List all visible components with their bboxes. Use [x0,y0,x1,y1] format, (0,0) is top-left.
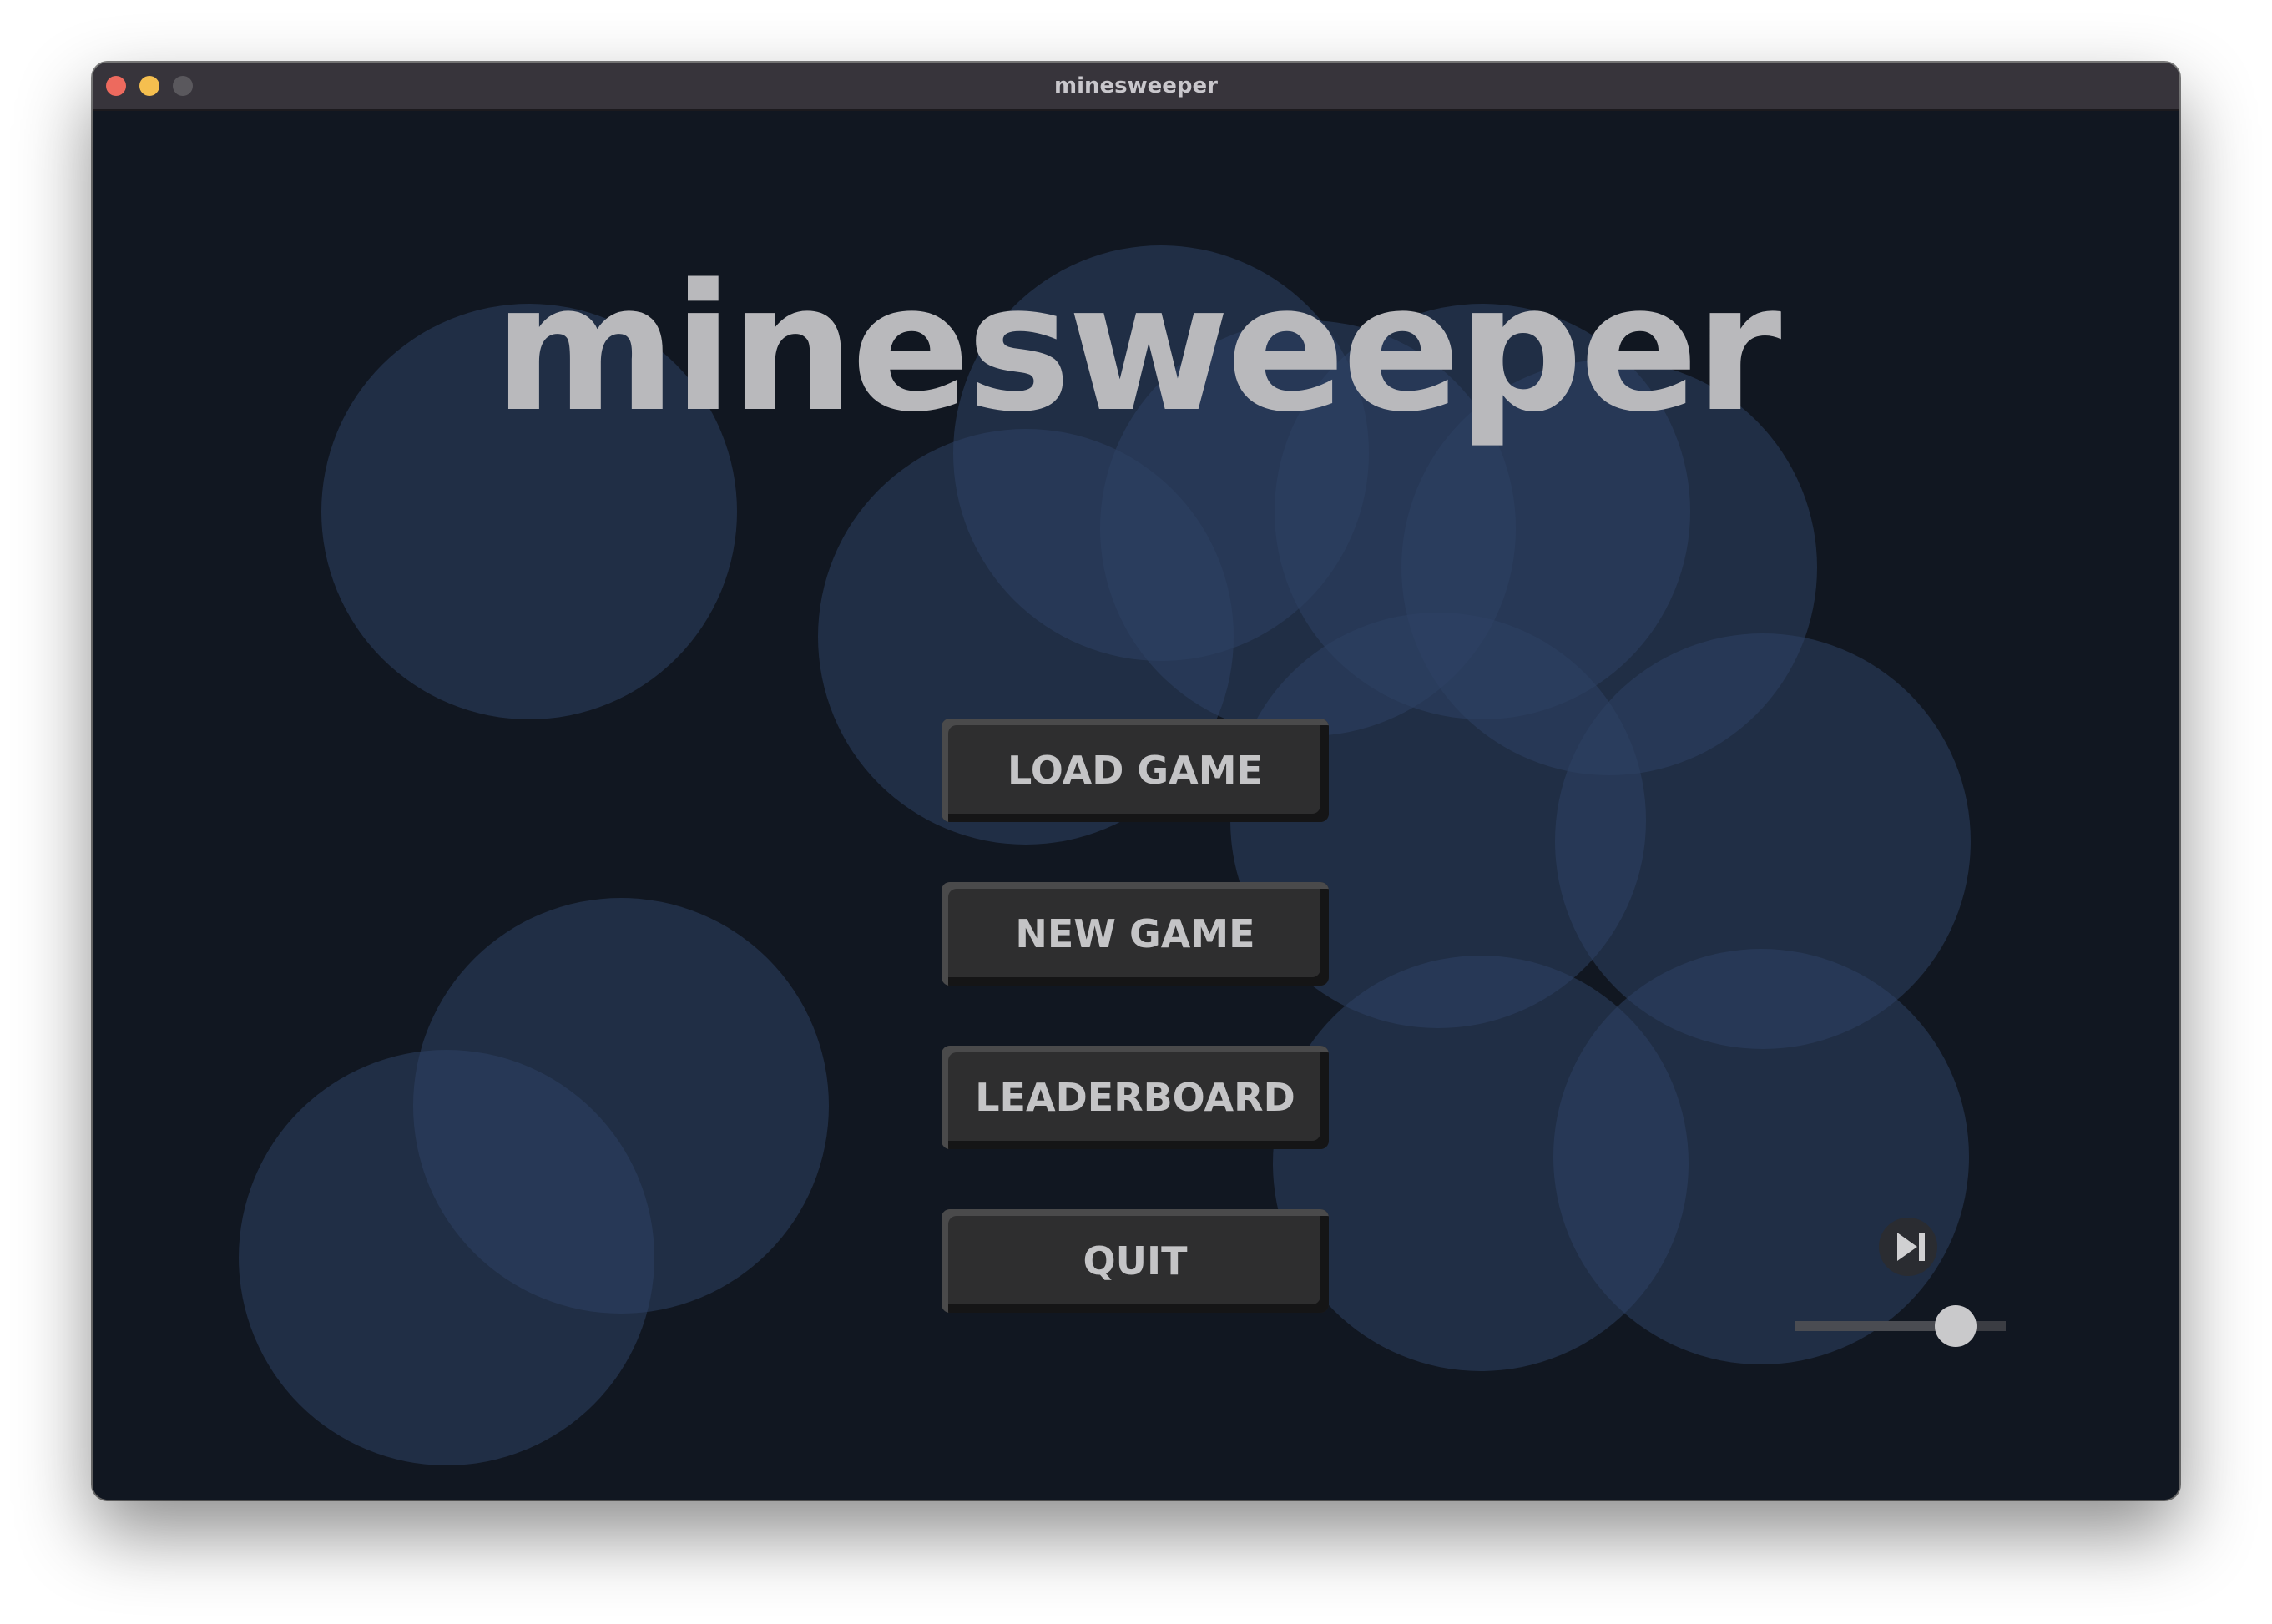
skip-track-button[interactable] [1879,1218,1937,1276]
load-game-label: LOAD GAME [1007,748,1263,793]
window-titlebar: minesweeper [93,63,2179,111]
quit-button[interactable]: QUIT [942,1209,1329,1313]
new-game-label: NEW GAME [1015,911,1255,956]
skip-forward-icon [1897,1233,1925,1261]
main-menu-screen: minesweeper LOAD GAME NEW GAME LEADERBOA… [93,111,2179,1500]
leaderboard-label: LEADERBOARD [975,1075,1295,1120]
window-title: minesweeper [1054,73,1218,98]
quit-label: QUIT [1083,1238,1188,1284]
volume-slider-fill [1795,1321,1956,1331]
new-game-button[interactable]: NEW GAME [942,882,1329,986]
volume-slider[interactable] [1795,1304,2006,1347]
background-bubble [239,1050,654,1465]
game-title: minesweeper [493,246,1782,451]
load-game-button[interactable]: LOAD GAME [942,719,1329,822]
volume-slider-handle[interactable] [1935,1305,1977,1347]
leaderboard-button[interactable]: LEADERBOARD [942,1046,1329,1149]
background-bubble [1553,949,1969,1364]
app-window: minesweeper minesweeper LOAD GAME NEW GA… [93,63,2179,1500]
